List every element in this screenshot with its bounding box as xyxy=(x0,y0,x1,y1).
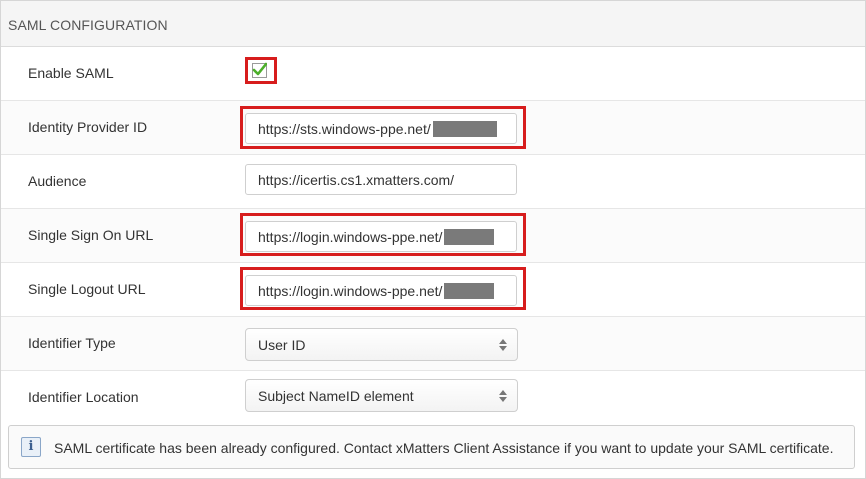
audience-label: Audience xyxy=(28,173,87,189)
saml-configuration-panel: SAML CONFIGURATION Enable SAML Identity … xyxy=(0,0,866,479)
info-icon: i xyxy=(21,437,41,457)
info-message-text: SAML certificate has been already config… xyxy=(54,440,834,456)
row-identity-provider-id: Identity Provider ID https://sts.windows… xyxy=(1,101,865,155)
highlight-box xyxy=(240,267,526,310)
row-single-logout-url: Single Logout URL https://login.windows-… xyxy=(1,263,865,317)
highlight-box xyxy=(240,106,526,149)
identifier-type-label: Identifier Type xyxy=(28,335,116,351)
highlight-box xyxy=(240,213,526,256)
row-audience: Audience https://icertis.cs1.xmatters.co… xyxy=(1,155,865,209)
enable-saml-label: Enable SAML xyxy=(28,65,114,81)
identifier-type-select[interactable]: User ID xyxy=(245,328,518,361)
single-logout-url-label: Single Logout URL xyxy=(28,281,146,297)
panel-header: SAML CONFIGURATION xyxy=(1,1,865,47)
identity-provider-id-label: Identity Provider ID xyxy=(28,119,148,135)
row-single-sign-on-url: Single Sign On URL https://login.windows… xyxy=(1,209,865,263)
info-message: i SAML certificate has been already conf… xyxy=(8,425,855,469)
select-arrows-icon xyxy=(499,390,507,402)
identifier-location-select[interactable]: Subject NameID element xyxy=(245,379,518,412)
enable-saml-checkbox[interactable] xyxy=(252,62,267,78)
row-identifier-type: Identifier Type User ID xyxy=(1,317,865,371)
identifier-location-label: Identifier Location xyxy=(28,389,139,405)
identifier-type-value: User ID xyxy=(258,337,306,353)
row-enable-saml: Enable SAML xyxy=(1,47,865,101)
single-sign-on-url-label: Single Sign On URL xyxy=(28,227,154,243)
panel-title: SAML CONFIGURATION xyxy=(8,17,168,33)
audience-value: https://icertis.cs1.xmatters.com/ xyxy=(258,172,455,188)
select-arrows-icon xyxy=(499,339,507,351)
checkmark-icon xyxy=(252,62,267,76)
row-identifier-location: Identifier Location Subject NameID eleme… xyxy=(1,371,865,424)
identifier-location-value: Subject NameID element xyxy=(258,388,414,404)
audience-input[interactable]: https://icertis.cs1.xmatters.com/ xyxy=(245,164,517,195)
